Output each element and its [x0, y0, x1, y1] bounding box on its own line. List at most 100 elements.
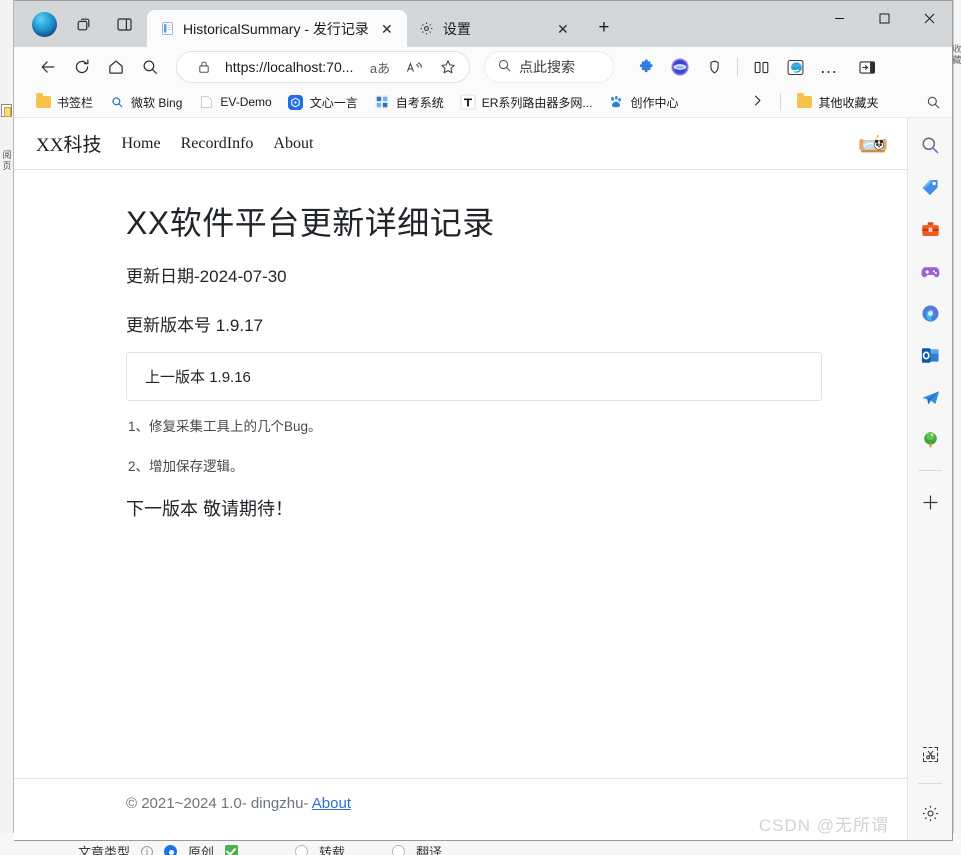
search-icon[interactable]	[915, 130, 945, 160]
back-arrow-icon[interactable]	[32, 51, 64, 83]
previous-version-label: 上一版本	[145, 369, 206, 386]
bookmark-ev-demo[interactable]: EV-Demo	[191, 90, 278, 114]
search-icon	[497, 58, 512, 76]
page-icon	[198, 94, 214, 110]
search-icon	[109, 94, 125, 110]
content-container: XX软件平台更新详细记录 更新日期-2024-07-30 更新版本号 1.9.1…	[14, 198, 907, 521]
sidebar-toggle-icon[interactable]	[851, 51, 883, 83]
maximize-icon[interactable]	[862, 1, 907, 35]
nav-link-recordinfo[interactable]: RecordInfo	[181, 135, 254, 153]
star-icon[interactable]	[435, 54, 461, 80]
search-placeholder: 点此搜索	[519, 59, 575, 75]
plus-icon[interactable]	[915, 487, 945, 517]
site-footer: © 2021~2024 1.0- dingzhu- About	[14, 778, 907, 840]
read-aloud-icon[interactable]: aあ	[367, 54, 393, 80]
nav-link-home[interactable]: Home	[121, 135, 160, 153]
baidu-paw-icon	[608, 94, 624, 110]
toolbox-icon[interactable]	[915, 214, 945, 244]
changelog-item: 2、增加保存逻辑。	[128, 459, 244, 474]
outlook-icon[interactable]	[915, 340, 945, 370]
bookmarks-divider	[780, 93, 782, 111]
footer-copyright: © 2021~2024 1.0- dingzhu-	[126, 795, 309, 812]
text-t-icon	[460, 94, 476, 110]
panda-avatar[interactable]	[855, 129, 891, 158]
extensions-puzzle-icon[interactable]	[630, 51, 662, 83]
nav-link-about[interactable]: About	[273, 135, 313, 153]
refresh-icon[interactable]	[66, 51, 98, 83]
new-tab-button[interactable]: +	[589, 13, 619, 43]
folder-icon	[796, 93, 812, 110]
bookmark-er-router[interactable]: ER系列路由器多网...	[453, 90, 600, 115]
bookmark-bing[interactable]: 微软 Bing	[102, 90, 189, 115]
bookmark-shuqianlan[interactable]: 书签栏	[28, 90, 100, 115]
screenshot-scissors-icon[interactable]	[915, 739, 945, 769]
browser-window: HistoricalSummary - 发行记录 ✕ 设置 ✕ + https:…	[14, 0, 953, 841]
footer-about-link[interactable]: About	[312, 795, 351, 812]
internet-explorer-icon[interactable]	[779, 51, 811, 83]
edge-logo-icon	[32, 11, 57, 37]
close-icon[interactable]: ✕	[377, 19, 397, 39]
radio-translate[interactable]	[392, 845, 406, 855]
bookmark-label: 其他收藏夹	[818, 95, 879, 110]
tree-icon[interactable]	[915, 424, 945, 454]
bookmark-zikao[interactable]: 自考系统	[367, 90, 451, 115]
article-type-label: 文章类型	[78, 845, 131, 855]
address-bar[interactable]: https://localhost:70... aあ	[176, 51, 470, 83]
copilot-icon[interactable]	[915, 298, 945, 328]
bookmarks-bar: 书签栏 微软 Bing EV-Demo 文心一言 自考系统 ER系列路由器多网.…	[14, 87, 952, 118]
close-icon[interactable]: ✕	[553, 19, 573, 39]
radio-original[interactable]	[164, 845, 178, 855]
gear-icon	[419, 21, 435, 37]
site-brand[interactable]: XX科技	[36, 130, 101, 157]
article-type-row: 文章类型 i 原创 转载 翻译	[78, 842, 442, 855]
collections-icon[interactable]	[698, 51, 730, 83]
address-bar-url: https://localhost:70...	[225, 59, 354, 75]
game-controller-icon[interactable]	[915, 256, 945, 286]
chevron-right-icon[interactable]	[743, 90, 772, 114]
previous-version-box: 上一版本 1.9.16	[126, 352, 822, 401]
more-options-icon[interactable]: …	[813, 51, 845, 83]
zikao-icon	[374, 94, 390, 110]
account-avatar-icon[interactable]: MSN	[664, 51, 696, 83]
tab-historicalsummary[interactable]: HistoricalSummary - 发行记录 ✕	[147, 10, 407, 47]
search-input[interactable]: 点此搜索	[484, 51, 614, 83]
bookmark-wenxinyiyan[interactable]: 文心一言	[281, 90, 365, 115]
tab-actions-icon[interactable]	[111, 11, 137, 37]
bookmark-label: 文心一言	[309, 95, 358, 110]
search-icon[interactable]	[134, 51, 166, 83]
search-icon[interactable]	[920, 89, 946, 115]
gear-icon[interactable]	[915, 798, 945, 828]
titlebar-left-controls	[14, 1, 137, 47]
tab-settings[interactable]: 设置 ✕	[407, 10, 583, 47]
content-area: XX科技 Home RecordInfo About XX软件平台更新详细记录 …	[14, 118, 952, 840]
update-version: 更新版本号 1.9.17	[126, 311, 847, 336]
page-title: XX软件平台更新详细记录	[126, 205, 495, 241]
telegram-plane-icon[interactable]	[915, 382, 945, 412]
option-label-repost: 转载	[319, 845, 346, 855]
web-page: XX科技 Home RecordInfo About XX软件平台更新详细记录 …	[14, 118, 907, 840]
bookmark-label: 微软 Bing	[131, 95, 183, 110]
close-icon[interactable]	[907, 1, 952, 35]
tab-title: HistoricalSummary - 发行记录	[183, 20, 369, 37]
background-left-text: 阅页	[2, 150, 12, 171]
immersive-reader-icon[interactable]	[401, 54, 427, 80]
minimize-icon[interactable]	[817, 1, 862, 35]
workspaces-icon[interactable]	[71, 11, 97, 37]
document-icon	[159, 21, 175, 37]
home-icon[interactable]	[100, 51, 132, 83]
bookmark-other-favorites[interactable]: 其他收藏夹	[789, 90, 885, 115]
split-screen-icon[interactable]	[745, 51, 777, 83]
radio-repost[interactable]	[295, 845, 309, 855]
next-version-note: 下一版本 敬请期待！	[126, 499, 294, 519]
background-page-icon	[1, 104, 12, 117]
bookmark-label: 创作中心	[630, 95, 679, 110]
bookmark-label: 自考系统	[395, 95, 444, 110]
shopping-tag-icon[interactable]	[915, 172, 945, 202]
update-version-label: 更新版本号	[126, 316, 211, 335]
info-icon: i	[141, 845, 154, 855]
background-window-right-edge: 收藏	[952, 0, 961, 855]
title-bar: HistoricalSummary - 发行记录 ✕ 设置 ✕ +	[14, 1, 952, 47]
bookmark-chuangzuozhongxin[interactable]: 创作中心	[601, 90, 685, 115]
background-window-left-edge: 阅页	[0, 0, 14, 855]
window-controls	[817, 1, 952, 35]
